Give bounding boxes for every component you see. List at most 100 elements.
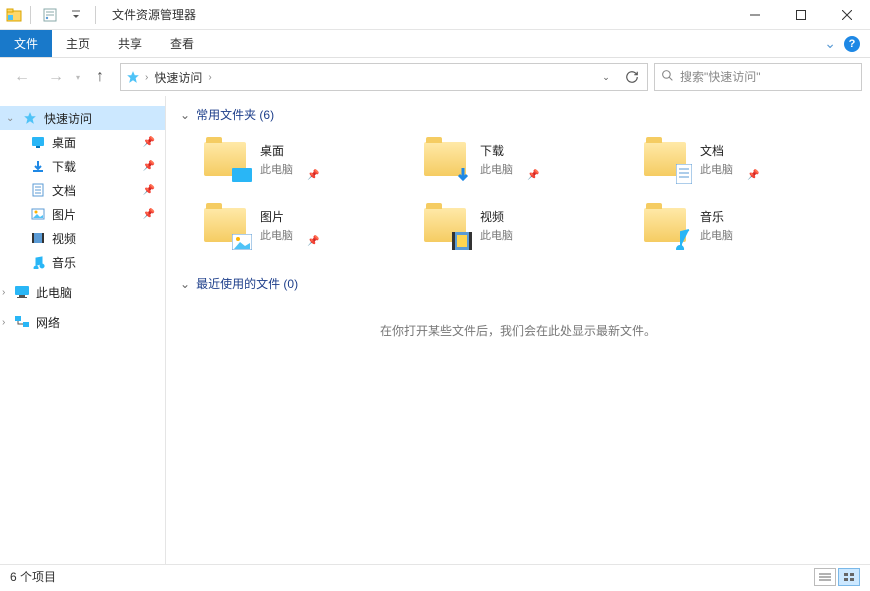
tab-view[interactable]: 查看 (156, 30, 208, 57)
folder-name: 文档 (700, 142, 733, 159)
desktop-icon (30, 134, 46, 150)
qat-separator-2 (95, 6, 96, 24)
sidebar-item-pictures[interactable]: 图片 📌 (0, 202, 165, 226)
sidebar-item-label: 此电脑 (36, 284, 72, 301)
folder-icon (204, 136, 250, 182)
window-title: 文件资源管理器 (112, 6, 196, 23)
tab-share[interactable]: 共享 (104, 30, 156, 57)
view-details-button[interactable] (814, 568, 836, 586)
qat-dropdown-button[interactable] (65, 4, 87, 26)
folder-name: 图片 (260, 208, 293, 225)
window-controls (732, 0, 870, 30)
search-box[interactable] (654, 63, 862, 91)
address-bar[interactable]: › 快速访问 › ⌄ (120, 63, 648, 91)
documents-icon (30, 182, 46, 198)
help-icon[interactable]: ? (844, 36, 860, 52)
folder-name: 下载 (480, 142, 513, 159)
folder-icon (424, 202, 470, 248)
search-input[interactable] (680, 70, 855, 84)
breadcrumb-sep-2[interactable]: › (206, 72, 213, 83)
folder-text: 下载 此电脑 (480, 142, 513, 177)
address-actions: ⌄ (593, 64, 645, 90)
pin-icon: 📌 (143, 185, 155, 196)
group-header-recent[interactable]: ⌄ 最近使用的文件 (0) (180, 275, 856, 292)
breadcrumb-sep[interactable]: › (143, 72, 150, 83)
downloads-icon (30, 158, 46, 174)
view-large-icons-button[interactable] (838, 568, 860, 586)
expand-icon[interactable]: › (2, 287, 5, 298)
group-header-frequent[interactable]: ⌄ 常用文件夹 (6) (180, 106, 856, 123)
folder-item-videos[interactable]: 视频 此电脑 (424, 199, 624, 251)
body: ⌄ 快速访问 桌面 📌 下载 📌 文档 📌 图片 📌 视频 (0, 96, 870, 564)
group-title: 常用文件夹 (6) (196, 106, 274, 123)
sidebar-item-videos[interactable]: 视频 (0, 226, 165, 250)
breadcrumb-item[interactable]: 快速访问 (150, 69, 206, 86)
expand-icon[interactable]: › (2, 317, 5, 328)
folder-icon (644, 202, 690, 248)
sidebar-item-documents[interactable]: 文档 📌 (0, 178, 165, 202)
folder-location: 此电脑 (480, 227, 513, 243)
sidebar-item-label: 视频 (52, 230, 76, 247)
maximize-button[interactable] (778, 0, 824, 30)
close-button[interactable] (824, 0, 870, 30)
tab-home[interactable]: 主页 (52, 30, 104, 57)
collapse-icon: ⌄ (180, 277, 190, 291)
ribbon-right: ⌄ ? (824, 30, 870, 57)
sidebar-item-quick-access[interactable]: ⌄ 快速访问 (0, 106, 165, 130)
folder-item-music[interactable]: 音乐 此电脑 (644, 199, 844, 251)
folder-location: 此电脑 (260, 227, 293, 243)
folder-icon (644, 136, 690, 182)
pin-icon: 📌 (143, 137, 155, 148)
sidebar-item-label: 下载 (52, 158, 76, 175)
nav-forward-button[interactable]: → (42, 63, 70, 91)
sidebar-item-label: 文档 (52, 182, 76, 199)
folder-grid: 桌面 此电脑 📌 下载 此电脑 📌 文档 此电脑 📌 (204, 133, 856, 251)
sidebar-item-network[interactable]: › 网络 (0, 310, 165, 334)
nav-up-button[interactable]: ↑ (86, 63, 114, 91)
empty-recent-message: 在你打开某些文件后，我们会在此处显示最新文件。 (180, 322, 856, 339)
qat-separator (30, 6, 31, 24)
pin-icon: 📌 (143, 161, 155, 172)
minimize-button[interactable] (732, 0, 778, 30)
content-area: ⌄ 常用文件夹 (6) 桌面 此电脑 📌 下载 此电脑 📌 (166, 96, 870, 564)
folder-text: 图片 此电脑 (260, 208, 293, 243)
folder-location: 此电脑 (480, 161, 513, 177)
folder-item-desktop[interactable]: 桌面 此电脑 📌 (204, 133, 404, 185)
explorer-icon (6, 7, 22, 23)
folder-text: 音乐 此电脑 (700, 208, 733, 243)
sidebar-item-label: 桌面 (52, 134, 76, 151)
expand-icon[interactable]: ⌄ (6, 113, 14, 124)
status-count: 6 个项目 (10, 568, 56, 585)
nav-recent-dropdown[interactable]: ▾ (76, 73, 80, 82)
folder-text: 桌面 此电脑 (260, 142, 293, 177)
folder-icon (424, 136, 470, 182)
view-switcher (814, 568, 860, 586)
folder-item-downloads[interactable]: 下载 此电脑 📌 (424, 133, 624, 185)
sidebar-item-label: 音乐 (52, 254, 76, 271)
pin-icon: 📌 (747, 170, 759, 181)
computer-icon (14, 284, 30, 300)
nav-back-button[interactable]: ← (8, 63, 36, 91)
pin-icon: 📌 (307, 236, 319, 247)
sidebar-item-music[interactable]: 音乐 (0, 250, 165, 274)
folder-location: 此电脑 (700, 161, 733, 177)
videos-icon (30, 230, 46, 246)
folder-item-pictures[interactable]: 图片 此电脑 📌 (204, 199, 404, 251)
refresh-button[interactable] (619, 64, 645, 90)
star-icon (22, 110, 38, 126)
sidebar: ⌄ 快速访问 桌面 📌 下载 📌 文档 📌 图片 📌 视频 (0, 96, 166, 564)
pin-icon: 📌 (307, 170, 319, 181)
sidebar-item-desktop[interactable]: 桌面 📌 (0, 130, 165, 154)
sidebar-item-this-pc[interactable]: › 此电脑 (0, 280, 165, 304)
ribbon-expand-icon[interactable]: ⌄ (824, 35, 836, 52)
address-dropdown-button[interactable]: ⌄ (593, 64, 619, 90)
sidebar-item-downloads[interactable]: 下载 📌 (0, 154, 165, 178)
folder-name: 视频 (480, 208, 513, 225)
folder-name: 桌面 (260, 142, 293, 159)
search-icon (661, 69, 674, 85)
navbar: ← → ▾ ↑ › 快速访问 › ⌄ (0, 58, 870, 96)
qat-properties-button[interactable] (39, 4, 61, 26)
tab-file[interactable]: 文件 (0, 30, 52, 57)
folder-item-documents[interactable]: 文档 此电脑 📌 (644, 133, 844, 185)
ribbon-tabs: 文件 主页 共享 查看 ⌄ ? (0, 30, 870, 58)
